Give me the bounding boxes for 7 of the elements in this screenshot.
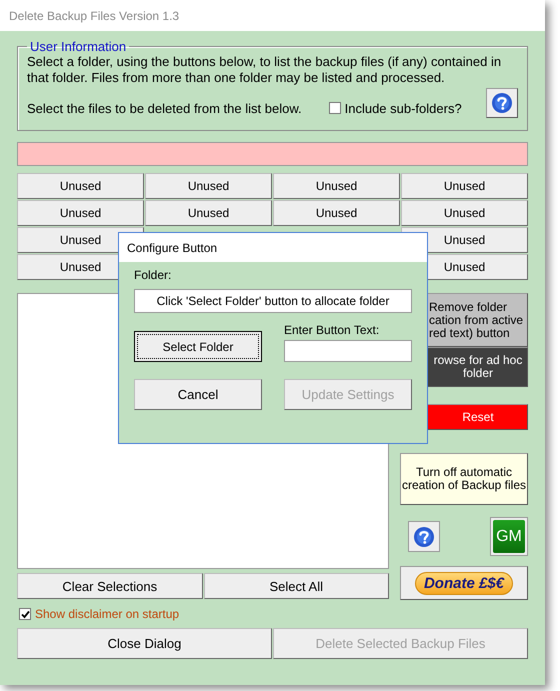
dialog-title: Configure Button bbox=[119, 233, 427, 262]
button-text-label: Enter Button Text: bbox=[284, 323, 380, 337]
description-text: Select a folder, using the buttons below, to list the backup files (if any) contained in that folder. Files from more than one folder may be listed and processed. bbox=[27, 54, 502, 86]
folder-field: Click 'Select Folder' button to allocate folder bbox=[134, 289, 412, 313]
window-title: Delete Backup Files Version 1.3 bbox=[0, 0, 545, 31]
instruction-text: Select the files to be deleted from the list below. bbox=[27, 100, 302, 116]
group-legend: User Information bbox=[27, 39, 130, 54]
